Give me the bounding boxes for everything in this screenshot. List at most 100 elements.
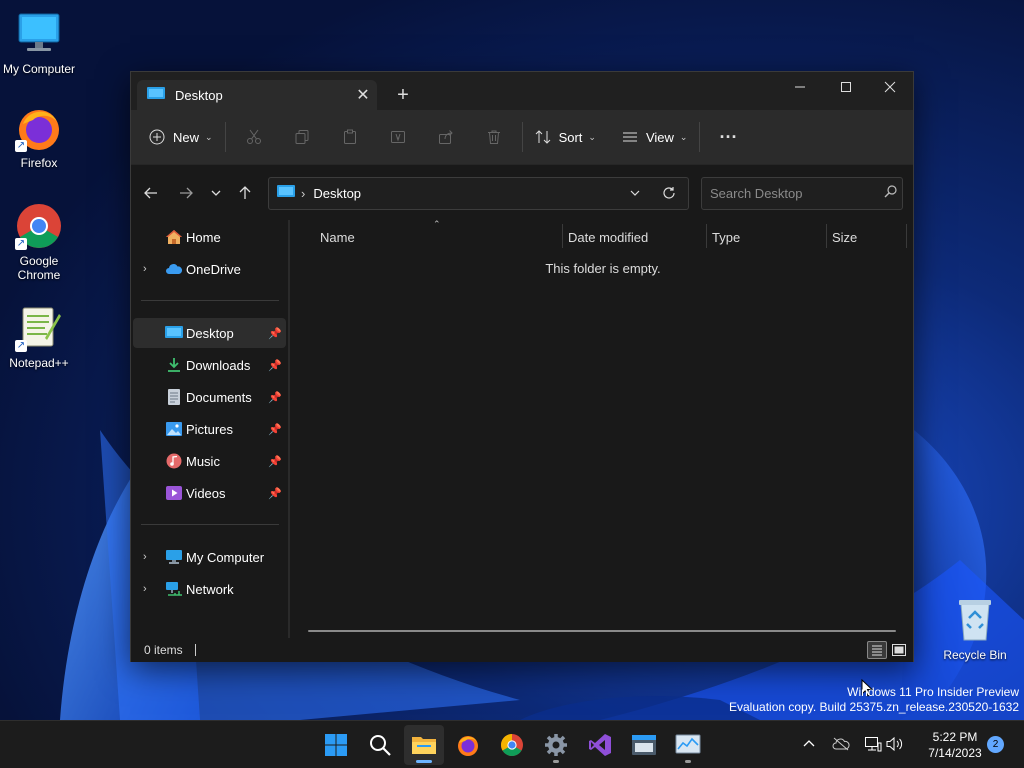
desktop-icon-firefox[interactable]: ↗ Firefox — [0, 104, 78, 170]
column-divider[interactable] — [826, 224, 827, 248]
pin-icon[interactable]: 📌 — [268, 423, 282, 436]
desktop-folder-icon — [147, 86, 165, 104]
close-icon — [884, 81, 896, 93]
pin-icon[interactable]: 📌 — [268, 391, 282, 404]
paste-button[interactable] — [326, 120, 374, 154]
chevron-down-icon: ⌄ — [205, 131, 213, 142]
nav-item-desktop[interactable]: Desktop 📌 — [133, 318, 286, 348]
nav-label: Downloads — [186, 357, 251, 373]
arrow-right-icon — [180, 187, 193, 199]
command-bar: New ⌄ Sort ⌄ View ⌄ ··· — [131, 110, 913, 164]
share-icon — [438, 130, 453, 144]
nav-item-downloads[interactable]: Downloads 📌 — [133, 350, 286, 380]
nav-label: Music — [186, 453, 220, 469]
rename-button[interactable] — [374, 120, 422, 154]
chevron-right-icon[interactable]: › — [143, 263, 155, 275]
nav-item-music[interactable]: Music 📌 — [133, 446, 286, 476]
taskbar-settings[interactable] — [536, 725, 576, 765]
more-options-button[interactable]: ··· — [704, 120, 752, 154]
desktop-icon-notepadpp[interactable]: ↗ Notepad++ — [0, 304, 78, 370]
ethernet-icon — [865, 737, 882, 752]
pin-icon[interactable]: 📌 — [268, 359, 282, 372]
forward-button[interactable] — [172, 179, 200, 207]
maximize-button[interactable] — [823, 72, 869, 102]
column-label: Date modified — [568, 229, 649, 245]
horizontal-scrollbar[interactable] — [308, 630, 896, 632]
pin-icon[interactable]: 📌 — [268, 455, 282, 468]
item-count: 0 items — [144, 643, 183, 657]
details-view-icon — [872, 645, 882, 656]
share-button[interactable] — [422, 120, 470, 154]
nav-label: OneDrive — [186, 261, 241, 277]
minimize-button[interactable] — [777, 72, 823, 102]
nav-item-network[interactable]: › Network — [133, 574, 286, 604]
file-list[interactable]: Name ⌃ Date modified Type Size This fold… — [290, 219, 913, 697]
delete-button[interactable] — [470, 120, 518, 154]
onedrive-tray-button[interactable] — [830, 733, 852, 755]
nav-item-onedrive[interactable]: › OneDrive — [133, 254, 286, 284]
show-hidden-icons-button[interactable] — [798, 733, 820, 755]
clock[interactable]: 5:22 PM 7/14/2023 — [912, 729, 998, 761]
volume-tray-button[interactable] — [884, 733, 906, 755]
refresh-button[interactable] — [662, 186, 676, 203]
address-history-dropdown[interactable] — [629, 187, 641, 202]
nav-item-my-computer[interactable]: › My Computer — [133, 542, 286, 572]
desktop-icon-my-computer[interactable]: My Computer — [0, 10, 78, 76]
taskbar-chrome[interactable] — [492, 725, 532, 765]
taskbar-terminal[interactable] — [624, 725, 664, 765]
close-window-button[interactable] — [867, 72, 913, 102]
title-bar[interactable]: Desktop ✕ + — [131, 72, 913, 110]
up-button[interactable] — [231, 179, 259, 207]
ellipsis-icon: ··· — [719, 126, 738, 147]
new-button[interactable]: New ⌄ — [141, 120, 221, 154]
copy-button[interactable] — [278, 120, 326, 154]
view-button[interactable]: View ⌄ — [614, 120, 696, 154]
notification-badge[interactable]: 2 — [987, 736, 1004, 753]
nav-item-home[interactable]: Home — [133, 222, 286, 252]
column-header-size[interactable]: Size — [832, 224, 902, 250]
chevron-right-icon[interactable]: › — [143, 551, 155, 563]
tab-desktop[interactable]: Desktop ✕ — [137, 80, 377, 110]
search-input[interactable] — [710, 186, 870, 201]
network-tray-button[interactable] — [862, 733, 884, 755]
breadcrumb-chevron-icon: › — [301, 186, 306, 201]
details-view-button[interactable] — [867, 641, 887, 659]
close-tab-icon[interactable]: ✕ — [349, 85, 377, 105]
breadcrumb-desktop[interactable]: Desktop — [313, 186, 361, 201]
desktop-icon-google-chrome[interactable]: ↗ Google Chrome — [0, 202, 78, 282]
notepadpp-icon: ↗ — [15, 304, 63, 352]
search-box[interactable] — [701, 177, 903, 210]
start-button[interactable] — [316, 725, 356, 765]
desktop-icon-recycle-bin[interactable]: Recycle Bin — [936, 596, 1014, 662]
taskbar-search-button[interactable] — [360, 725, 400, 765]
taskbar-resource-monitor[interactable] — [668, 725, 708, 765]
maximize-icon — [841, 82, 851, 92]
column-header-type[interactable]: Type — [712, 224, 826, 250]
column-divider[interactable] — [706, 224, 707, 248]
pin-icon[interactable]: 📌 — [268, 327, 282, 340]
chevron-down-icon — [211, 190, 221, 196]
new-tab-button[interactable]: + — [389, 83, 417, 109]
desktop-icon-label: Notepad++ — [9, 356, 69, 370]
desktop-icon-label: My Computer — [2, 62, 76, 76]
nav-item-pictures[interactable]: Pictures 📌 — [133, 414, 286, 444]
chevron-right-icon[interactable]: › — [143, 583, 155, 595]
taskbar-file-explorer[interactable] — [404, 725, 444, 765]
recent-locations-button[interactable] — [202, 179, 230, 207]
taskbar-firefox[interactable] — [448, 725, 488, 765]
cut-button[interactable] — [230, 120, 278, 154]
column-header-date-modified[interactable]: Date modified — [568, 224, 706, 250]
nav-item-documents[interactable]: Documents 📌 — [133, 382, 286, 412]
back-button[interactable] — [137, 179, 165, 207]
address-bar[interactable]: › Desktop — [268, 177, 689, 210]
column-divider[interactable] — [562, 224, 563, 248]
document-icon — [165, 389, 183, 405]
sort-button[interactable]: Sort ⌄ — [527, 120, 604, 154]
taskbar-visual-studio[interactable] — [580, 725, 620, 765]
nav-item-videos[interactable]: Videos 📌 — [133, 478, 286, 508]
pin-icon[interactable]: 📌 — [268, 487, 282, 500]
column-divider[interactable] — [906, 224, 907, 248]
search-icon[interactable] — [884, 184, 897, 203]
clock-time: 5:22 PM — [932, 730, 978, 744]
large-icons-view-button[interactable] — [889, 641, 909, 659]
